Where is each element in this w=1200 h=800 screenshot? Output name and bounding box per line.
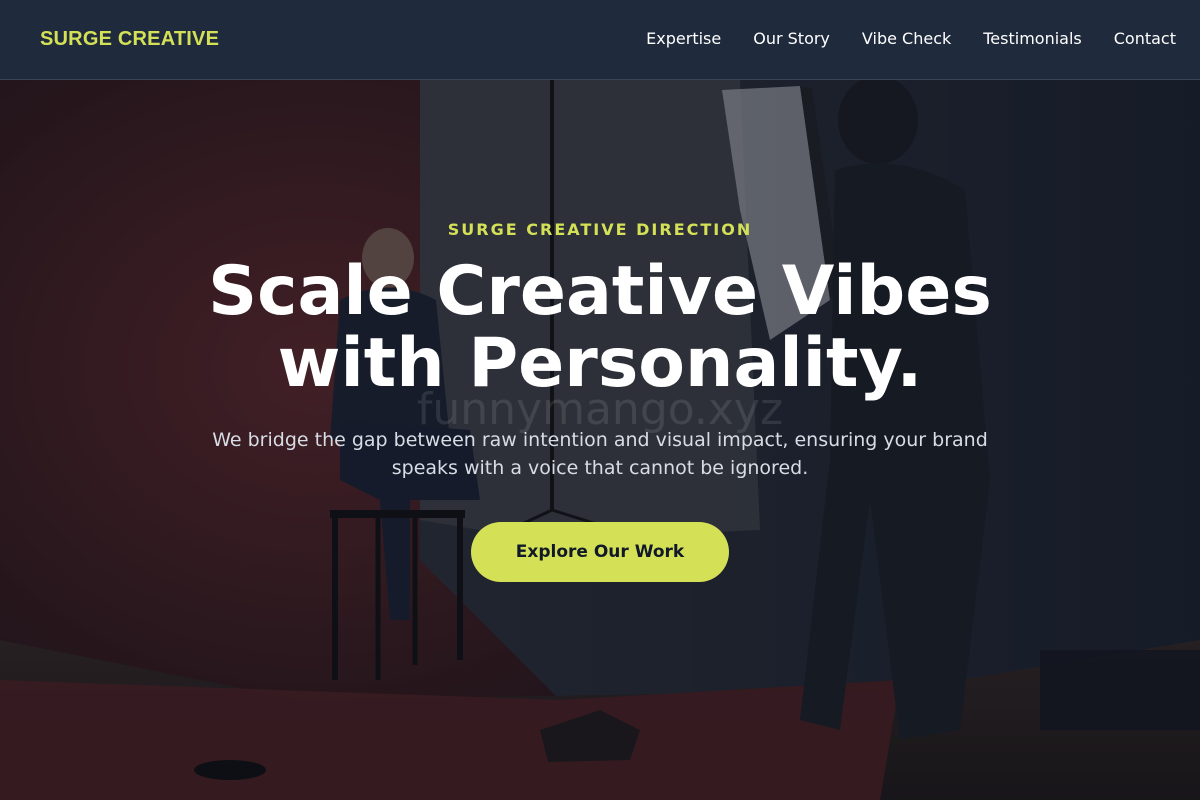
nav-link-our-story[interactable]: Our Story xyxy=(753,29,830,48)
hero-content: SURGE CREATIVE DIRECTION Scale Creative … xyxy=(0,80,1200,800)
top-navbar: SURGE CREATIVE Expertise Our Story Vibe … xyxy=(0,0,1200,80)
nav-link-testimonials[interactable]: Testimonials xyxy=(983,29,1082,48)
hero-section: funnymango.xyz SURGE CREATIVE DIRECTION … xyxy=(0,80,1200,800)
hero-headline: Scale Creative Vibes with Personality. xyxy=(208,252,992,403)
hero-subtext: We bridge the gap between raw intention … xyxy=(212,429,988,479)
hero-eyebrow: SURGE CREATIVE DIRECTION xyxy=(447,220,753,239)
brand-logo[interactable]: SURGE CREATIVE xyxy=(40,28,219,51)
nav-link-contact[interactable]: Contact xyxy=(1114,29,1176,48)
nav-link-expertise[interactable]: Expertise xyxy=(646,29,721,48)
nav-links: Expertise Our Story Vibe Check Testimoni… xyxy=(646,29,1176,48)
nav-link-vibe-check[interactable]: Vibe Check xyxy=(862,29,951,48)
explore-our-work-button[interactable]: Explore Our Work xyxy=(471,522,729,582)
